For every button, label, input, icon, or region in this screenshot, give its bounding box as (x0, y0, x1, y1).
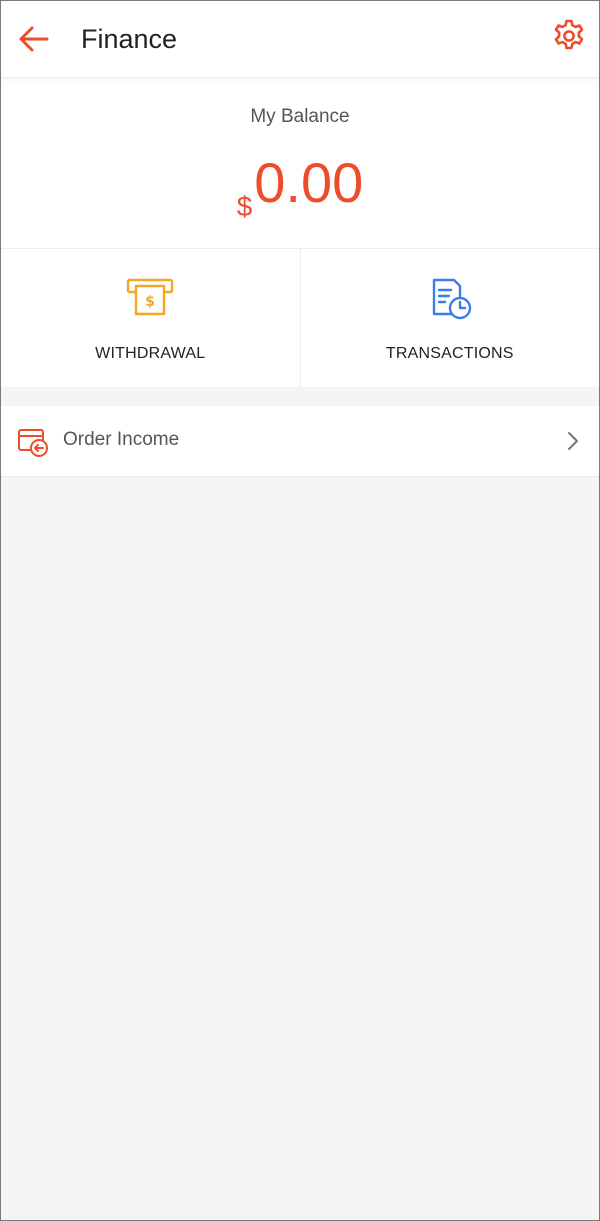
top-app-bar: Finance (1, 1, 599, 77)
balance-label: My Balance (250, 106, 350, 127)
svg-text:$: $ (145, 294, 155, 310)
withdrawal-button[interactable]: $ WITHDRAWAL (1, 249, 300, 387)
balance-value: 0.00 (254, 151, 364, 214)
atm-withdrawal-icon: $ (127, 278, 174, 316)
card-arrow-in-icon (18, 429, 48, 457)
balance-card: My Balance $0.00 (1, 77, 599, 248)
finance-actions: $ WITHDRAWAL TRANSACTIONS (1, 248, 599, 387)
chevron-right-icon (568, 432, 578, 450)
balance-amount: $0.00 (1, 153, 599, 237)
order-income-row[interactable]: Order Income (1, 406, 599, 477)
settings-button[interactable] (549, 16, 589, 56)
arrow-left-icon (19, 26, 49, 52)
document-clock-icon (432, 278, 471, 320)
transactions-button[interactable]: TRANSACTIONS (299, 249, 600, 387)
transactions-label: TRANSACTIONS (385, 345, 514, 362)
order-income-label: Order Income (63, 429, 180, 450)
gear-icon (554, 19, 584, 50)
currency-symbol: $ (236, 191, 253, 222)
back-button[interactable] (14, 19, 54, 59)
withdrawal-label: WITHDRAWAL (95, 345, 206, 362)
finance-screen: Finance My Balance $0.00 $ WITHDRAWAL TR… (0, 0, 600, 1221)
page-title: Finance (81, 24, 178, 54)
